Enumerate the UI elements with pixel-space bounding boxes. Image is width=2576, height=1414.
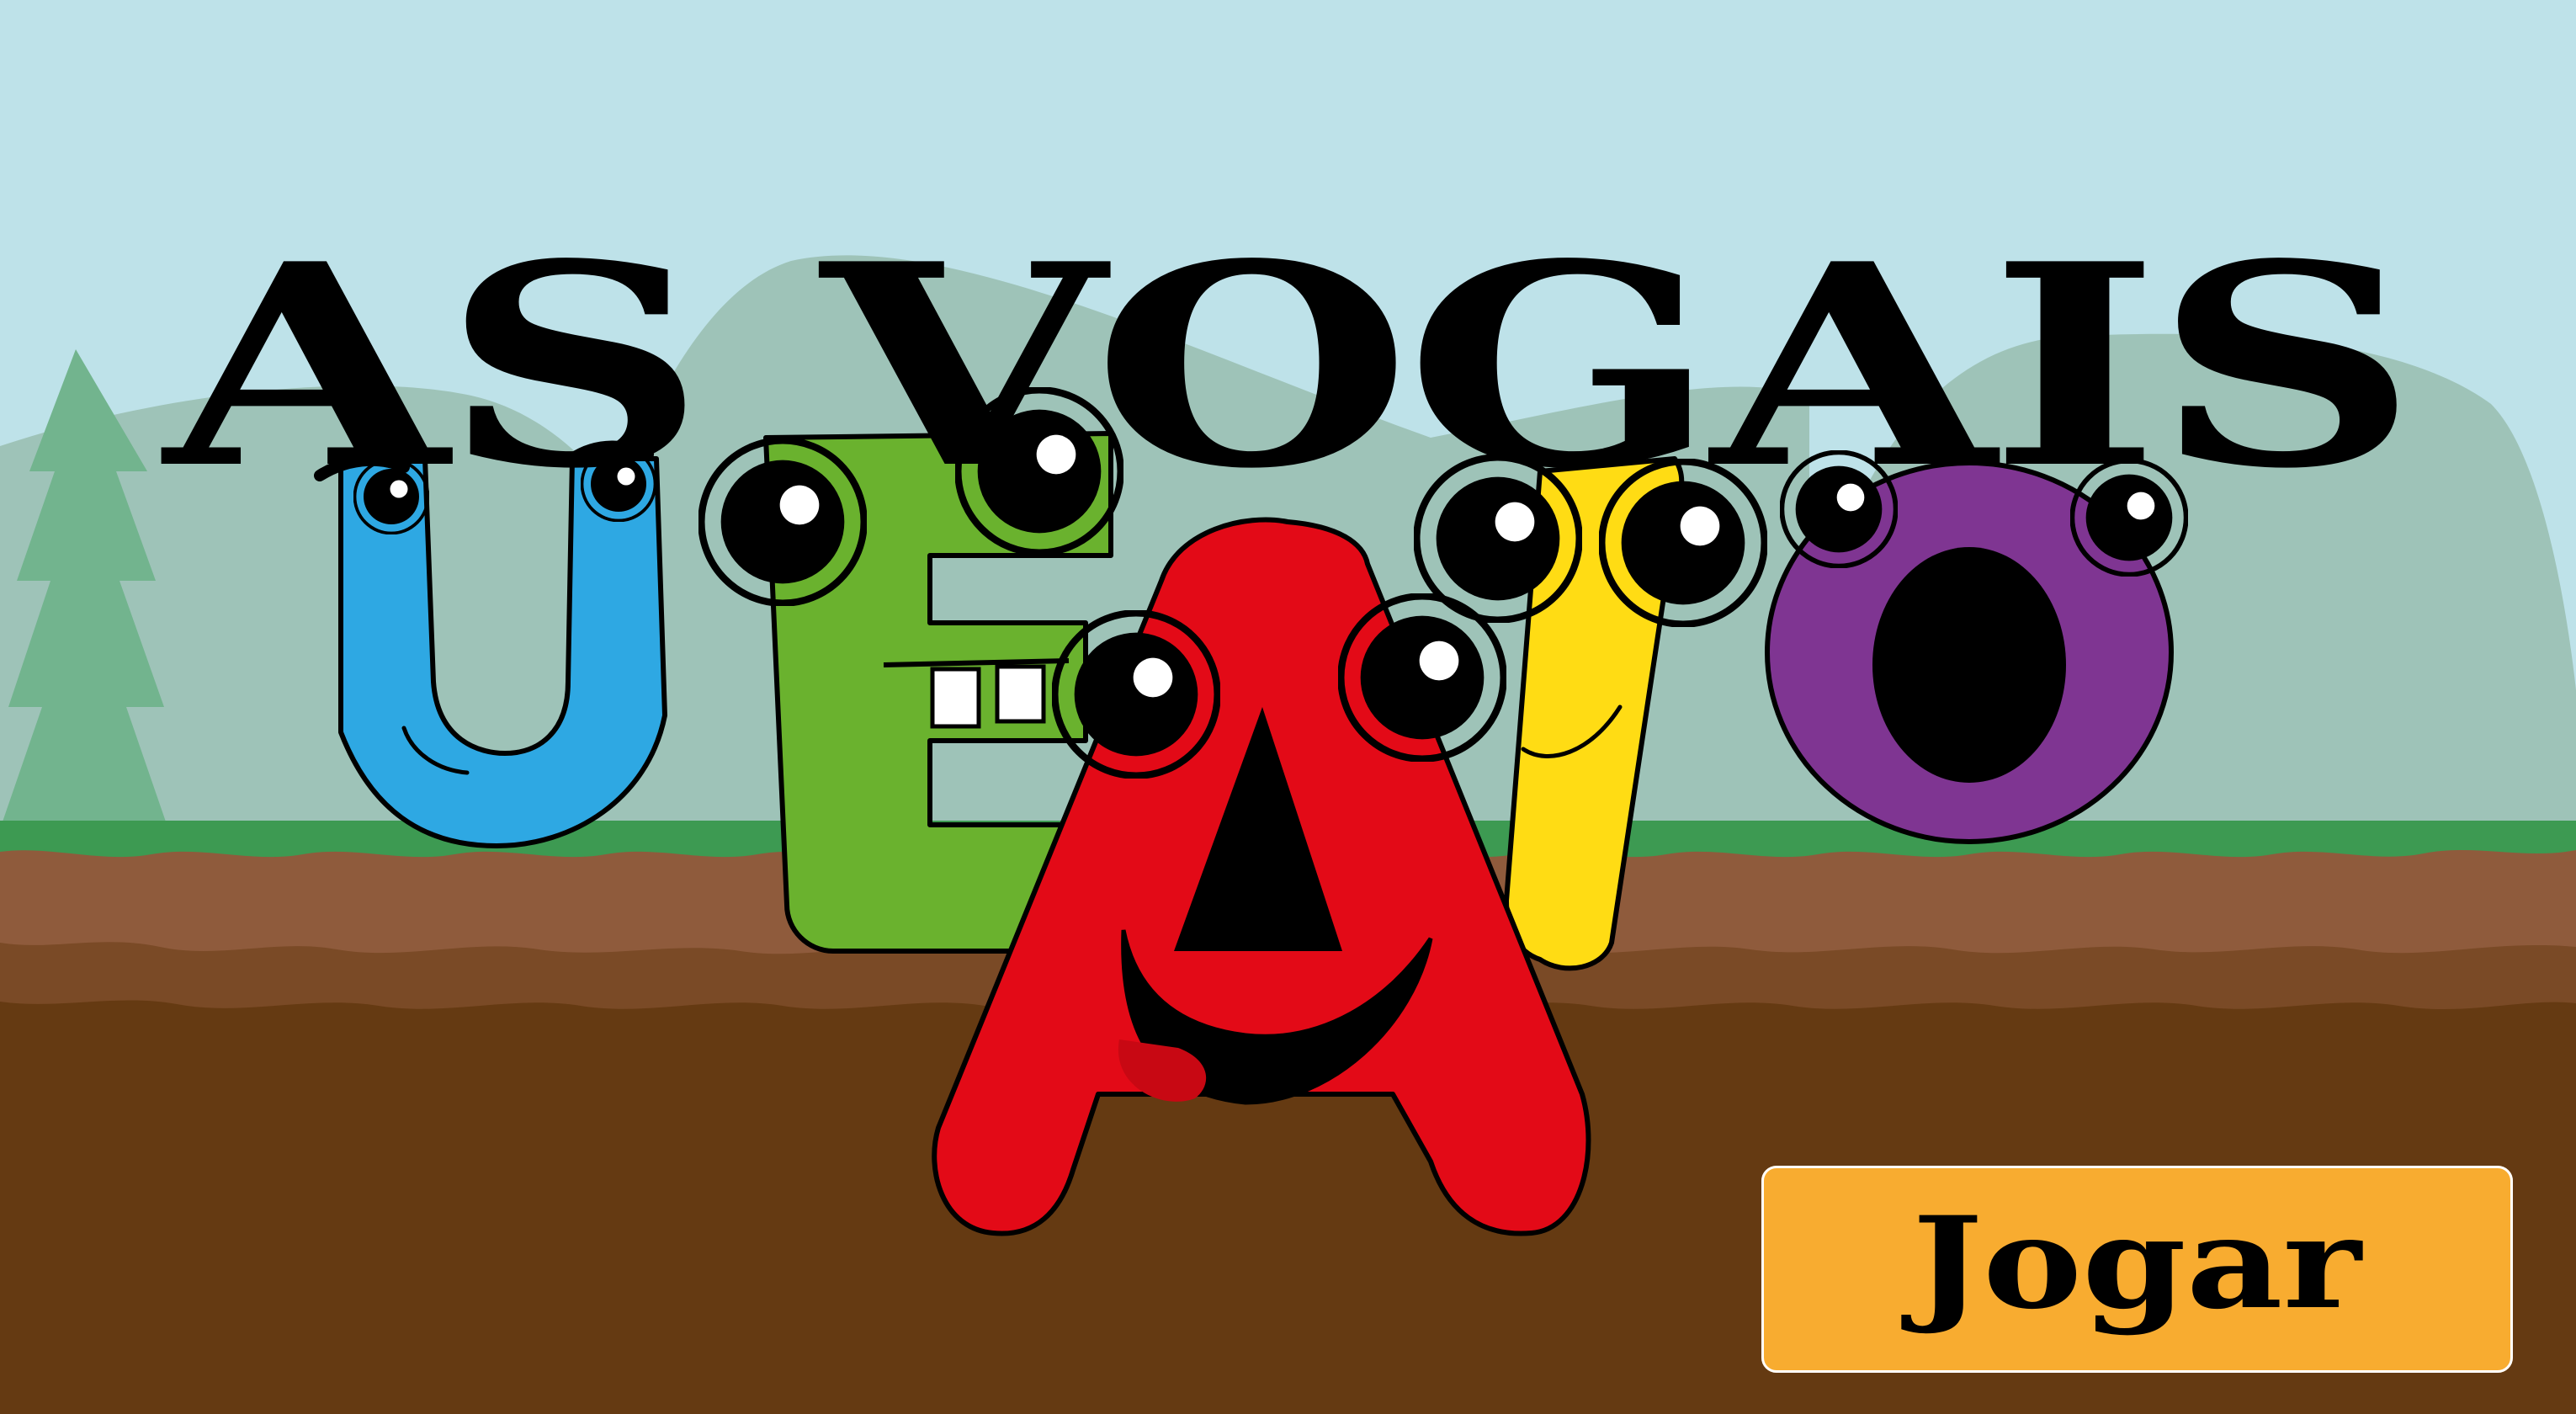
game-start-screen: AS VOGAIS Jogar bbox=[0, 0, 2576, 1414]
play-button[interactable]: Jogar bbox=[1761, 1166, 2513, 1373]
play-button-label: Jogar bbox=[1912, 1189, 2362, 1337]
game-title: AS VOGAIS bbox=[163, 203, 2419, 529]
